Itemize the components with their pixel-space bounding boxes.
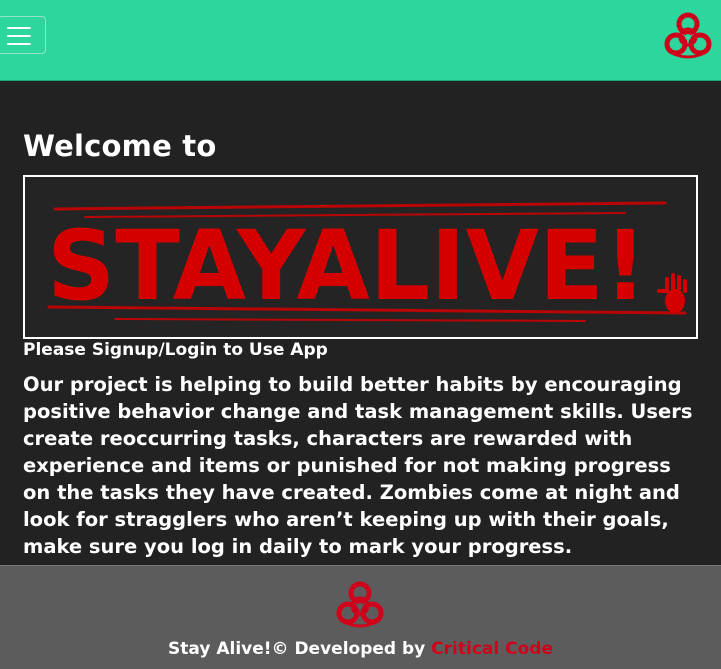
footer: Stay Alive!© Developed by Critical Code: [0, 565, 721, 669]
top-navbar: [0, 0, 721, 81]
stay-alive-banner: STAYALIVE!: [23, 175, 698, 339]
footer-credits: Stay Alive!© Developed by Critical Code: [0, 639, 721, 659]
stay-alive-logo: STAYALIVE!: [47, 201, 687, 322]
signup-prompt: Please Signup/Login to Use App: [23, 340, 328, 360]
project-description: Our project is helping to build better h…: [23, 373, 693, 558]
welcome-heading: Welcome to: [23, 129, 217, 163]
hamburger-menu-icon: [7, 43, 31, 45]
biohazard-icon[interactable]: [662, 12, 714, 60]
hamburger-menu-icon: [7, 27, 31, 29]
critical-code-link[interactable]: Critical Code: [431, 639, 553, 659]
footer-copyright: Stay Alive!© Developed by: [168, 639, 432, 659]
main-content: Welcome to STAYALIVE! Please Signup/Logi…: [0, 81, 721, 565]
biohazard-icon: [336, 581, 384, 628]
menu-toggle-button[interactable]: [0, 16, 46, 54]
hand-print-icon: [657, 273, 687, 313]
hamburger-menu-icon: [7, 35, 31, 37]
banner-text: STAYALIVE!: [47, 210, 647, 322]
